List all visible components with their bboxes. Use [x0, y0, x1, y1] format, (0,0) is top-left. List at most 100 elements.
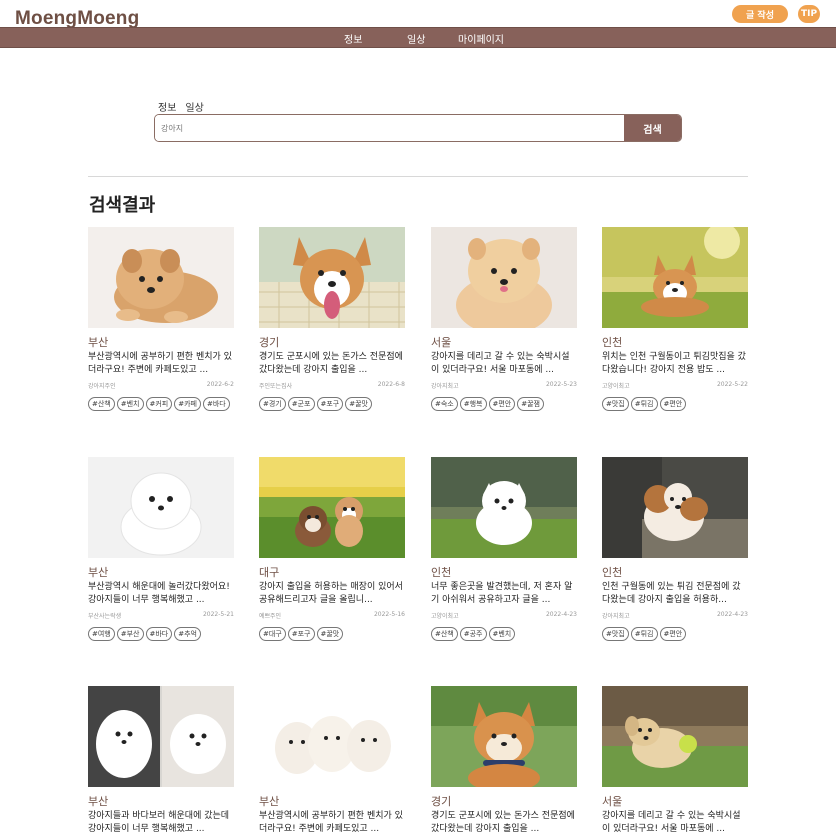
post-tags: #경기 #군포 #포구 #꿀맛	[259, 397, 372, 411]
post-thumbnail[interactable]	[88, 227, 234, 328]
post-thumbnail[interactable]	[259, 227, 405, 328]
post-thumbnail[interactable]	[431, 457, 577, 558]
post-description[interactable]: 경기도 군포시에 있는 돈가스 전문점에 갔다왔는데 강아지 출입을 ...	[259, 351, 405, 377]
nav-item-daily[interactable]: 일상	[407, 31, 425, 46]
post-author: 강아지최고	[602, 613, 630, 620]
three-maltese-icon	[259, 686, 405, 787]
corgi-field-icon	[602, 227, 748, 328]
post-thumbnail[interactable]	[88, 686, 234, 787]
hashtag-chip[interactable]: #편안	[488, 397, 516, 411]
post-author: 주인또는집사	[259, 383, 293, 390]
hashtag-chip[interactable]: #꿀맛	[345, 397, 372, 411]
pomeranian-sitting-icon	[431, 227, 577, 328]
post-tags: #대구 #포구 #꿀맛	[259, 627, 344, 641]
post-description[interactable]: 위치는 인천 구월동이고 튀김맛집을 갔다왔습니다! 강아지 전용 밥도 ...	[602, 351, 748, 377]
post-thumbnail[interactable]	[431, 227, 577, 328]
post-region: 부산	[259, 795, 280, 808]
hashtag-chip[interactable]: #편안	[659, 397, 687, 411]
post-author: 예쁘주인	[259, 613, 282, 620]
post-region: 경기	[259, 336, 280, 349]
hashtag-chip[interactable]: #맛집	[602, 627, 629, 641]
post-description[interactable]: 너무 좋은곳을 발견했는데, 저 혼자 알기 아쉬워서 공유하고자 글을 ...	[431, 581, 577, 607]
hashtag-chip[interactable]: #행복	[459, 397, 487, 411]
post-meta: 부산사는락생 2022-5-21	[88, 611, 234, 620]
hashtag-chip[interactable]: #튀김	[630, 397, 658, 411]
post-region: 경기	[431, 795, 452, 808]
post-date: 2022-5-23	[545, 381, 577, 388]
hashtag-chip[interactable]: #포구	[316, 397, 344, 411]
post-date: 2022-5-22	[716, 381, 748, 388]
hashtag-chip[interactable]: #대구	[259, 627, 286, 641]
post-region: 서울	[431, 336, 452, 349]
search-category-info[interactable]: 정보	[158, 99, 176, 114]
hashtag-chip[interactable]: #커피	[145, 397, 173, 411]
post-thumbnail[interactable]	[88, 457, 234, 558]
hashtag-chip[interactable]: #꿀잼	[517, 397, 544, 411]
post-tags: #맛집 #튀김 #편안	[602, 627, 687, 641]
post-region: 인천	[602, 566, 623, 579]
pomeranian-lying-icon	[88, 227, 234, 328]
hashtag-chip[interactable]: #부산	[116, 627, 144, 641]
lab-ball-icon	[602, 686, 748, 787]
post-date: 2022-5-16	[373, 611, 405, 618]
post-description[interactable]: 인천 구월동에 있는 튀김 전문점에 갔다왔는데 강아지 출입을 허용하...	[602, 581, 748, 607]
post-region: 부산	[88, 336, 109, 349]
search-category-daily[interactable]: 일상	[185, 99, 203, 114]
two-white-poms-icon	[88, 686, 234, 787]
hashtag-chip[interactable]: #추억	[174, 627, 201, 641]
post-description[interactable]: 부산광역시에 공부하기 편한 벤치가 있더라구요! 주변에 카페도있고 ...	[259, 810, 405, 836]
hashtag-chip[interactable]: #맛집	[602, 397, 629, 411]
post-meta: 강아지주인 2022-6-2	[88, 381, 234, 390]
post-description[interactable]: 강아지를 데리고 갈 수 있는 숙박시설이 있더라구요! 서울 마포동에 ...	[431, 351, 577, 377]
post-thumbnail[interactable]	[431, 686, 577, 787]
search-input[interactable]	[155, 115, 625, 141]
white-pom-icon	[88, 457, 234, 558]
tip-button[interactable]: TIP	[798, 5, 820, 23]
hashtag-chip[interactable]: #숙소	[431, 397, 458, 411]
nav-item-info[interactable]: 정보	[344, 31, 362, 46]
hashtag-chip[interactable]: #바다	[145, 627, 173, 641]
post-description[interactable]: 부산광역시에 공부하기 편한 벤치가 있더라구요! 주변에 카페도있고 ...	[88, 351, 234, 377]
post-description[interactable]: 경기도 군포시에 있는 돈가스 전문점에 갔다왔는데 강아지 출입을 ...	[431, 810, 577, 836]
write-post-button[interactable]: 글 작성	[732, 5, 788, 23]
nav-item-mypage[interactable]: 마이페이지	[458, 31, 504, 46]
hashtag-chip[interactable]: #산책	[431, 627, 458, 641]
post-thumbnail[interactable]	[602, 457, 748, 558]
post-thumbnail[interactable]	[602, 227, 748, 328]
search-bar: 검색	[154, 114, 682, 142]
search-category-filter: 정보 일상	[158, 99, 204, 114]
post-meta: 예쁘주인 2022-5-16	[259, 611, 405, 620]
hashtag-chip[interactable]: #군포	[287, 397, 315, 411]
post-thumbnail[interactable]	[259, 686, 405, 787]
post-region: 인천	[431, 566, 452, 579]
hashtag-chip[interactable]: #카페	[174, 397, 201, 411]
post-meta: 강아지최고 2022-5-23	[431, 381, 577, 390]
post-description[interactable]: 강아지를 데리고 갈 수 있는 숙박시설이 있더라구요! 서울 마포동에 ...	[602, 810, 748, 836]
hashtag-chip[interactable]: #산책	[88, 397, 115, 411]
two-puppies-icon	[259, 457, 405, 558]
post-description[interactable]: 부산광역시 해운대에 놀러갔다왔어요! 강아지들이 너무 행복해했고 ...	[88, 581, 234, 607]
hashtag-chip[interactable]: #바다	[203, 397, 230, 411]
post-thumbnail[interactable]	[602, 686, 748, 787]
post-date: 2022-6-8	[377, 381, 405, 388]
hashtag-chip[interactable]: #경기	[259, 397, 286, 411]
hashtag-chip[interactable]: #벤치	[116, 397, 144, 411]
post-meta: 주인또는집사 2022-6-8	[259, 381, 405, 390]
main-nav: 정보 일상 마이페이지	[0, 27, 836, 48]
post-description[interactable]: 강아지 출입을 허용하는 매장이 있어서 공유해드리고자 글을 올립니...	[259, 581, 405, 607]
post-date: 2022-4-23	[545, 611, 577, 618]
post-thumbnail[interactable]	[259, 457, 405, 558]
white-spitz-grass-icon	[431, 457, 577, 558]
post-date: 2022-6-2	[206, 381, 234, 388]
search-button[interactable]: 검색	[624, 115, 681, 141]
hashtag-chip[interactable]: #여행	[88, 627, 115, 641]
hashtag-chip[interactable]: #편안	[659, 627, 687, 641]
hashtag-chip[interactable]: #튀김	[630, 627, 658, 641]
post-date: 2022-4-23	[716, 611, 748, 618]
hashtag-chip[interactable]: #포구	[287, 627, 315, 641]
post-tags: #산책 #공주 #벤치	[431, 627, 516, 641]
hashtag-chip[interactable]: #공주	[459, 627, 487, 641]
hashtag-chip[interactable]: #벤치	[488, 627, 516, 641]
hashtag-chip[interactable]: #꿀맛	[316, 627, 344, 641]
post-description[interactable]: 강아지들과 바다보러 해운대에 갔는데 강아지들이 너무 행복해했고 ...	[88, 810, 234, 836]
